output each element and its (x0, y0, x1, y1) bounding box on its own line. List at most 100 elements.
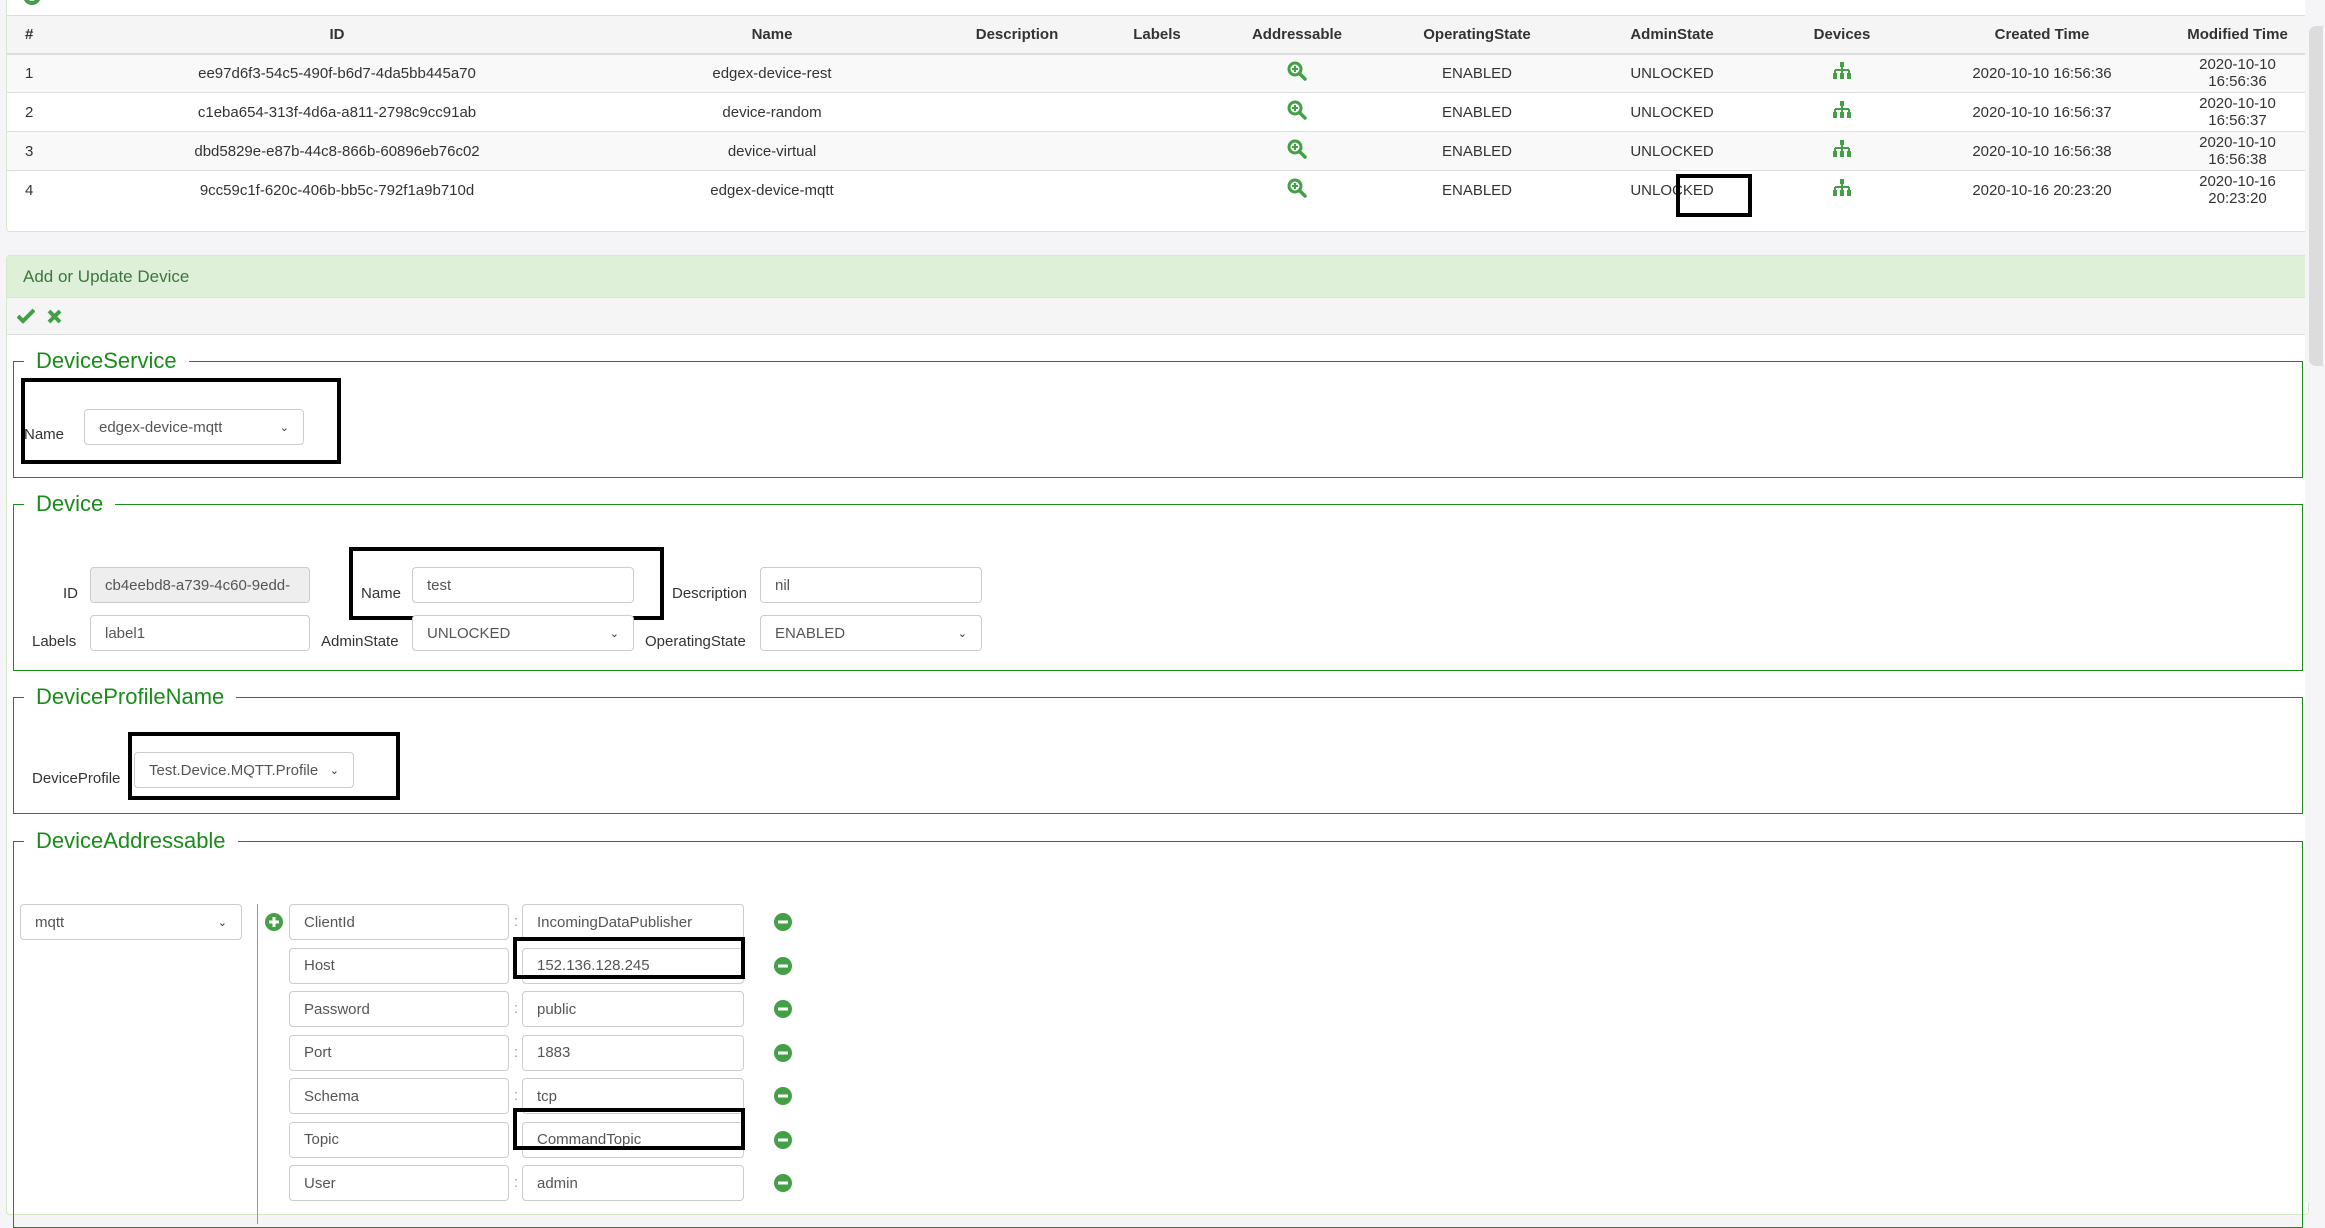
table-row[interactable]: 3 dbd5829e-e87b-44c8-866b-60896eb76c02 dev… (7, 131, 2308, 171)
property-key-field[interactable]: Schema (289, 1078, 509, 1114)
sitemap-icon[interactable] (1832, 179, 1852, 197)
service-name-select[interactable]: edgex-device-mqtt ⌄ (84, 409, 304, 445)
property-key-value: Host (304, 957, 335, 974)
vertical-scrollbar[interactable] (2305, 0, 2325, 1203)
zoom-in-icon[interactable] (1287, 100, 1307, 120)
property-key-field[interactable]: User (289, 1165, 509, 1201)
cell-name: edgex-device-mqtt (607, 170, 937, 210)
cell-operating-state: ENABLED (1377, 92, 1577, 132)
chevron-down-icon: ⌄ (279, 421, 289, 434)
add-property-icon[interactable] (265, 913, 283, 931)
cell-name: edgex-device-rest (607, 53, 937, 93)
sitemap-icon[interactable] (1832, 62, 1852, 80)
property-key-field[interactable]: Password (289, 991, 509, 1027)
chevron-down-icon: ⌄ (957, 627, 967, 640)
zoom-in-icon[interactable] (1287, 178, 1307, 198)
check-icon[interactable] (17, 308, 35, 324)
scrollbar-thumb[interactable] (2309, 26, 2323, 366)
column-header-num[interactable]: # (7, 15, 67, 55)
key-value-separator: : (514, 1174, 519, 1191)
device-labels-value: label1 (105, 624, 146, 642)
remove-property-icon[interactable] (774, 1174, 792, 1192)
column-header-description[interactable]: Description (937, 15, 1097, 55)
property-value-value: IncomingDataPublisher (537, 913, 693, 931)
cell-created-time: 2020-10-10 16:56:38 (1917, 131, 2167, 171)
property-key-field[interactable]: Host (289, 947, 509, 984)
column-header-addressable[interactable]: Addressable (1217, 15, 1377, 55)
device-profile-fieldset: DeviceProfileName DeviceProfile Test.Dev… (13, 684, 2303, 814)
cell-admin-state: UNLOCKED (1577, 92, 1767, 132)
device-id-value: cb4eebd8-a739-4c60-9edd- (105, 576, 291, 594)
column-header-name[interactable]: Name (607, 15, 937, 55)
cell-labels (1097, 131, 1217, 171)
property-key-field[interactable]: ClientId (289, 904, 509, 940)
remove-property-icon[interactable] (774, 913, 792, 931)
cell-devices (1767, 53, 1917, 93)
panel-heading: Add or Update Device (7, 256, 2308, 298)
property-value-field[interactable]: admin (522, 1165, 744, 1201)
key-value-separator: : (514, 913, 519, 930)
key-value-separator: : (514, 956, 519, 974)
cell-modified-time: 2020-10-10 16:56:37 (2167, 92, 2308, 132)
cell-addressable (1217, 92, 1377, 132)
device-profile-select[interactable]: Test.Device.MQTT.Profile ⌄ (134, 752, 354, 788)
property-key-value: Password (304, 1000, 370, 1018)
device-legend: Device (36, 491, 104, 516)
property-value-field[interactable]: public (522, 991, 744, 1027)
sitemap-icon[interactable] (1832, 140, 1852, 158)
cell-num: 4 (7, 170, 67, 210)
cell-id: 9cc59c1f-620c-406b-bb5c-792f1a9b710d (67, 170, 607, 210)
device-addressable-fieldset: DeviceAddressable mqtt ⌄ ClientId: Incomi… (13, 828, 2303, 1228)
property-key-field[interactable]: Port (289, 1034, 509, 1071)
device-name-field[interactable]: test (412, 567, 634, 603)
cell-id: c1eba654-313f-4d6a-a811-2798c9cc91ab (67, 92, 607, 132)
property-value-field[interactable]: 1883 (522, 1034, 744, 1071)
operating-state-label: OperatingState (645, 633, 746, 650)
column-header-operating-state[interactable]: OperatingState (1377, 15, 1577, 55)
column-header-modified-time[interactable]: Modified Time (2167, 15, 2308, 55)
property-value-value: public (537, 1000, 577, 1018)
times-icon[interactable] (47, 309, 62, 324)
column-header-created-time[interactable]: Created Time (1917, 15, 2167, 55)
property-key-field[interactable]: Topic (289, 1121, 509, 1158)
property-value-field[interactable]: IncomingDataPublisher (522, 904, 744, 940)
cell-devices (1767, 131, 1917, 171)
admin-state-select[interactable]: UNLOCKED ⌄ (412, 615, 634, 651)
table-row[interactable]: 1 ee97d6f3-54c5-490f-b6d7-4da5bb445a70 edg… (7, 53, 2308, 93)
cell-labels (1097, 92, 1217, 132)
column-header-id[interactable]: ID (67, 15, 607, 55)
refresh-icon[interactable] (21, 0, 43, 7)
device-service-fieldset: DeviceService Name edgex-device-mqtt ⌄ (13, 348, 2303, 478)
remove-property-icon[interactable] (774, 1000, 792, 1018)
table-row[interactable]: 2 c1eba654-313f-4d6a-a811-2798c9cc91ab dev… (7, 92, 2308, 132)
protocol-select[interactable]: mqtt ⌄ (20, 904, 242, 940)
device-id-field[interactable]: cb4eebd8-a739-4c60-9edd- (90, 567, 310, 603)
remove-property-icon[interactable] (774, 1130, 792, 1149)
cell-created-time: 2020-10-10 16:56:36 (1917, 53, 2167, 93)
property-value-field[interactable]: 152.136.128.245 (522, 947, 744, 984)
service-name-value: edgex-device-mqtt (99, 418, 223, 436)
table-row[interactable]: 4 9cc59c1f-620c-406b-bb5c-792f1a9b710d edg… (7, 170, 2308, 210)
device-labels-field[interactable]: label1 (90, 615, 310, 651)
zoom-in-icon[interactable] (1287, 139, 1307, 159)
cell-labels (1097, 170, 1217, 210)
column-header-labels[interactable]: Labels (1097, 15, 1217, 55)
column-header-admin-state[interactable]: AdminState (1577, 15, 1767, 55)
cell-modified-time: 2020-10-10 16:56:38 (2167, 131, 2308, 171)
sitemap-icon[interactable] (1832, 101, 1852, 119)
device-description-field[interactable]: nil (760, 567, 982, 603)
remove-property-icon[interactable] (774, 956, 792, 975)
cell-admin-state: UNLOCKED (1577, 131, 1767, 171)
zoom-in-icon[interactable] (1287, 61, 1307, 81)
remove-property-icon[interactable] (774, 1087, 792, 1105)
cell-num: 3 (7, 131, 67, 171)
operating-state-select[interactable]: ENABLED ⌄ (760, 615, 982, 651)
column-header-devices[interactable]: Devices (1767, 15, 1917, 55)
device-services-table: # ID Name Description Labels Addressable… (7, 15, 2308, 210)
cell-name: device-virtual (607, 131, 937, 171)
property-value-field[interactable]: CommandTopic (522, 1121, 744, 1158)
property-value-field[interactable]: tcp (522, 1078, 744, 1114)
cell-num: 2 (7, 92, 67, 132)
remove-property-icon[interactable] (774, 1043, 792, 1062)
key-value-separator: : (514, 1043, 519, 1061)
